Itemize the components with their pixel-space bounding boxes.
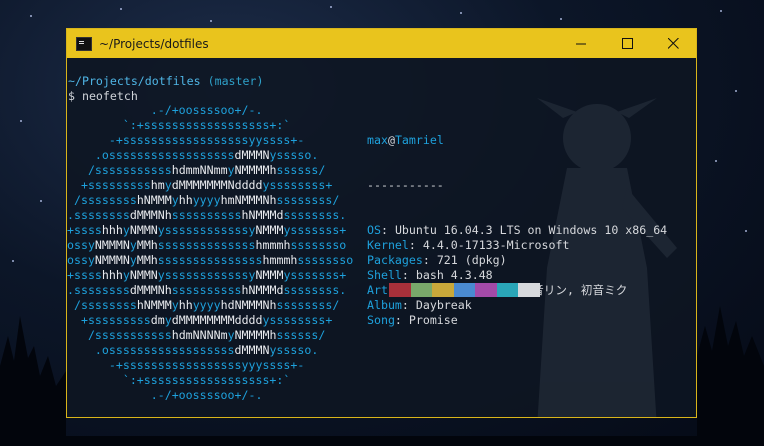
ascii-line: .-/+oossssoo+/-.	[67, 103, 263, 117]
color-palette	[389, 283, 540, 297]
ascii-line: ossyNMMMNyMMhsssssssssssssshmmmhssssssso	[67, 238, 347, 252]
maximize-icon	[621, 38, 633, 49]
info-key: Song	[367, 313, 395, 327]
palette-swatch	[518, 283, 540, 297]
prompt-path-line: ~/Projects/dotfiles (master)	[68, 74, 263, 89]
info-value: 4.4.0-17133-Microsoft	[422, 238, 570, 252]
ascii-line: ossyNMMMNyMMhssssssssssssssshmmmhsssssss…	[67, 253, 354, 267]
info-value: bash 4.3.48	[415, 268, 493, 282]
info-key: Album	[367, 298, 402, 312]
info-value: Ubuntu 16.04.3 LTS on Windows 10 x86_64	[394, 223, 668, 237]
ascii-line: .ssssssssdMMMNhsssssssssshNMMMdssssssss.	[67, 208, 347, 222]
close-button[interactable]	[650, 29, 696, 58]
info-value: Promise	[408, 313, 458, 327]
ascii-line: +sssssssssdmydMMMMMMMMddddyssssssss+	[67, 313, 333, 327]
info-row-album: Album: Daybreak	[367, 298, 472, 312]
minimize-button[interactable]	[558, 29, 604, 58]
ascii-line: /sssssssshNMMMyhhyyyyhdNMMMNhssssssss/	[67, 298, 340, 312]
command-text: neofetch	[81, 89, 138, 103]
info-row-shell: Shell: bash 4.3.48	[367, 268, 493, 282]
palette-swatch	[453, 283, 475, 297]
info-key: OS	[367, 223, 381, 237]
git-branch: (master)	[207, 74, 264, 88]
info-row-os: OS: Ubuntu 16.04.3 LTS on Windows 10 x86…	[367, 223, 668, 237]
info-key: Shell	[367, 268, 402, 282]
terminal-icon	[76, 36, 92, 51]
info-row-kernel: Kernel: 4.4.0-17133-Microsoft	[367, 238, 570, 252]
system-info: max@Tamriel ----------- OS: Ubuntu 16.04…	[367, 103, 667, 358]
ascii-line: .ossssssssssssssssssdMMMNysssso.	[67, 343, 319, 357]
ascii-line: .ssssssssdMMMNhsssssssssshNMMMdssssssss.	[67, 283, 347, 297]
info-value: 721 (dpkg)	[436, 253, 507, 267]
prompt-symbol: $	[68, 89, 75, 103]
ascii-line: .ossssssssssssssssssdMMMNysssso.	[67, 148, 319, 162]
username: max	[367, 133, 388, 147]
palette-swatch	[432, 283, 454, 297]
user-host-line: max@Tamriel	[367, 133, 667, 148]
info-row-packages: Packages: 721 (dpkg)	[367, 253, 507, 267]
info-key: Kernel	[367, 238, 409, 252]
at-sign: @	[387, 133, 395, 147]
minimize-icon	[575, 43, 586, 45]
info-row-song: Song: Promise	[367, 313, 458, 327]
ascii-line: /ssssssssssshdmNNNNmyNMMMMhssssss/	[67, 328, 326, 342]
window-title: ~/Projects/dotfiles	[99, 36, 209, 51]
ascii-line: -+sssssssssssssssssyyyssss+-	[67, 358, 305, 372]
palette-swatch	[475, 283, 497, 297]
title-bar[interactable]: ~/Projects/dotfiles	[67, 29, 696, 58]
info-key: Packages	[367, 253, 423, 267]
ascii-line: .-/+oossssoo+/-.	[67, 388, 263, 402]
palette-swatch	[410, 283, 432, 297]
palette-swatch	[389, 283, 411, 297]
terminal-content[interactable]: ~/Projects/dotfiles (master) $ neofetch …	[67, 58, 696, 417]
distro-logo-ascii: .-/+oossssoo+/-. `:+ssssssssssssssssss+:…	[67, 103, 353, 403]
ascii-line: +ssssssssshmydMMMMMMMNddddyssssssss+	[67, 178, 333, 192]
terminal-window[interactable]: ~/Projects/dotfiles ~/Projects/dotfiles …	[66, 28, 697, 418]
palette-swatch	[496, 283, 518, 297]
command-line: $ neofetch	[68, 89, 138, 104]
ascii-line: /sssssssshNMMMyhhyyyyhmNMMMNhssssssss/	[67, 193, 340, 207]
close-icon	[667, 38, 679, 49]
ascii-line: `:+ssssssssssssssssss+:`	[67, 118, 291, 132]
ascii-line: +sssshhhyNMMNyssssssssssssyNMMMysssssss+	[67, 223, 347, 237]
hostname: Tamriel	[394, 133, 444, 147]
info-value: Daybreak	[415, 298, 472, 312]
info-separator: -----------	[367, 178, 444, 192]
prompt-path: ~/Projects/dotfiles	[68, 74, 201, 88]
maximize-button[interactable]	[604, 29, 650, 58]
ascii-line: `:+ssssssssssssssssss+:`	[67, 373, 291, 387]
ascii-line: -+ssssssssssssssssssyyssss+-	[67, 133, 305, 147]
ascii-line: /ssssssssssshdmmNNmmyNMMMMhssssss/	[67, 163, 326, 177]
ascii-line: +sssshhhyNMMNyssssssssssssyNMMMysssssss+	[67, 268, 347, 282]
